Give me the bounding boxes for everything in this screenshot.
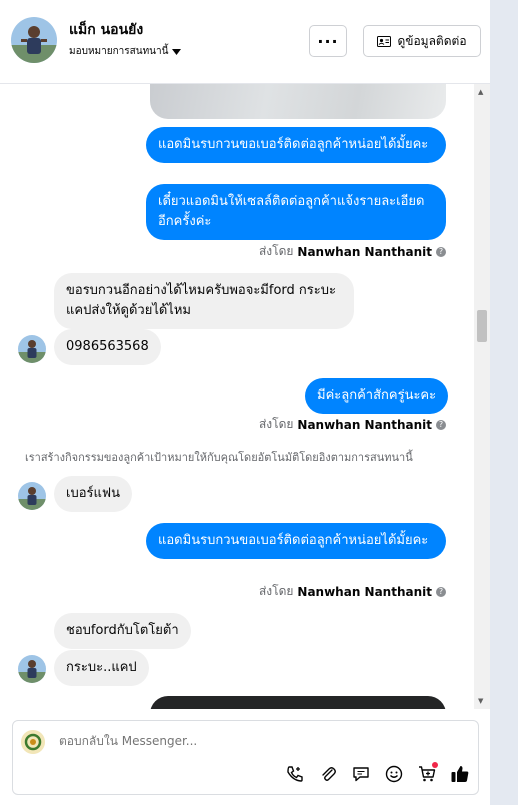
outgoing-message[interactable]: มีค่ะลูกค้าสักครู่นะคะ bbox=[305, 378, 449, 414]
outgoing-message[interactable]: เดี๋ยวแอดมินให้เซลล์ติดต่อลูกค้าแจ้งรายล… bbox=[146, 184, 446, 240]
sent-by-prefix: ส่งโดย bbox=[258, 584, 294, 598]
contact-avatar-small[interactable] bbox=[18, 335, 46, 363]
assign-conversation-dropdown[interactable]: มอบหมายการสนทนานี้ bbox=[69, 44, 182, 59]
incoming-message[interactable]: เบอร์แฟน bbox=[54, 476, 132, 512]
reply-input[interactable] bbox=[57, 733, 361, 749]
message-list: แอดมินรบกวนขอเบอร์ติดต่อลูกค้าหน่อยได้มั… bbox=[0, 84, 474, 709]
page-avatar bbox=[21, 730, 45, 754]
contact-avatar-small[interactable] bbox=[18, 655, 46, 683]
composer-toolbar bbox=[285, 762, 470, 784]
help-icon[interactable]: ? bbox=[436, 419, 446, 430]
sent-by-prefix: ส่งโดย bbox=[258, 417, 294, 431]
emoji-icon[interactable] bbox=[384, 764, 404, 784]
help-icon[interactable]: ? bbox=[436, 586, 446, 597]
background-strip bbox=[490, 0, 518, 805]
cart-add-icon[interactable] bbox=[417, 762, 438, 784]
contact-label: ดูข้อมูลติดต่อ bbox=[397, 33, 467, 48]
sent-by-prefix: ส่งโดย bbox=[258, 244, 294, 258]
sender-name: Nanwhan Nanthanit bbox=[297, 244, 432, 259]
scroll-down-arrow-icon[interactable]: ▼ bbox=[478, 697, 483, 705]
incoming-message[interactable]: ขอรบกวนอีกอย่างได้ไหมครับพอจะมีford กระบ… bbox=[54, 273, 354, 329]
dark-message[interactable] bbox=[150, 696, 446, 709]
sender-name: Nanwhan Nanthanit bbox=[297, 584, 432, 599]
image-message[interactable] bbox=[150, 84, 446, 119]
incoming-message[interactable]: 0986563568 bbox=[54, 329, 161, 365]
caret-down-icon bbox=[172, 48, 182, 55]
conversation-panel: แม็ก นอนยัง มอบหมายการสนทนานี้ ··· ดูข้อ… bbox=[0, 0, 490, 805]
chat-bubble-icon[interactable] bbox=[351, 764, 371, 784]
conversation-header: แม็ก นอนยัง มอบหมายการสนทนานี้ ··· ดูข้อ… bbox=[0, 0, 490, 84]
notification-dot bbox=[432, 762, 438, 768]
incoming-message[interactable]: กระบะ..แคป bbox=[54, 650, 149, 686]
reply-composer bbox=[12, 720, 479, 795]
paperclip-icon[interactable] bbox=[318, 764, 338, 784]
more-label: ··· bbox=[317, 31, 339, 51]
phone-icon[interactable] bbox=[285, 764, 305, 784]
sender-name: Nanwhan Nanthanit bbox=[297, 417, 432, 432]
sent-by-label: ส่งโดย Nanwhan Nanthanit ? bbox=[259, 242, 446, 261]
help-icon[interactable]: ? bbox=[436, 246, 446, 257]
system-notice: เราสร้างกิจกรรมของลูกค้าเป้าหมายให้กับคุ… bbox=[25, 451, 413, 464]
view-contact-button[interactable]: ดูข้อมูลติดต่อ bbox=[363, 25, 481, 57]
contact-card-icon bbox=[377, 35, 392, 47]
outgoing-message[interactable]: แอดมินรบกวนขอเบอร์ติดต่อลูกค้าหน่อยได้มั… bbox=[146, 127, 446, 163]
thumbs-up-icon[interactable] bbox=[450, 764, 470, 784]
assign-label: มอบหมายการสนทนานี้ bbox=[69, 46, 169, 57]
more-options-button[interactable]: ··· bbox=[309, 25, 347, 57]
contact-avatar-small[interactable] bbox=[18, 482, 46, 510]
incoming-message[interactable]: ชอบfordกับโตโยต้า bbox=[54, 613, 191, 649]
contact-avatar[interactable] bbox=[11, 17, 57, 63]
chat-scrollbar[interactable]: ▲ ▼ bbox=[474, 84, 490, 709]
sent-by-label: ส่งโดย Nanwhan Nanthanit ? bbox=[259, 415, 446, 434]
contact-name[interactable]: แม็ก นอนยัง bbox=[69, 19, 143, 41]
scroll-up-arrow-icon[interactable]: ▲ bbox=[478, 88, 483, 96]
scrollbar-thumb[interactable] bbox=[477, 310, 487, 342]
outgoing-message[interactable]: แอดมินรบกวนขอเบอร์ติดต่อลูกค้าหน่อยได้มั… bbox=[146, 523, 446, 559]
sent-by-label: ส่งโดย Nanwhan Nanthanit ? bbox=[259, 582, 446, 601]
